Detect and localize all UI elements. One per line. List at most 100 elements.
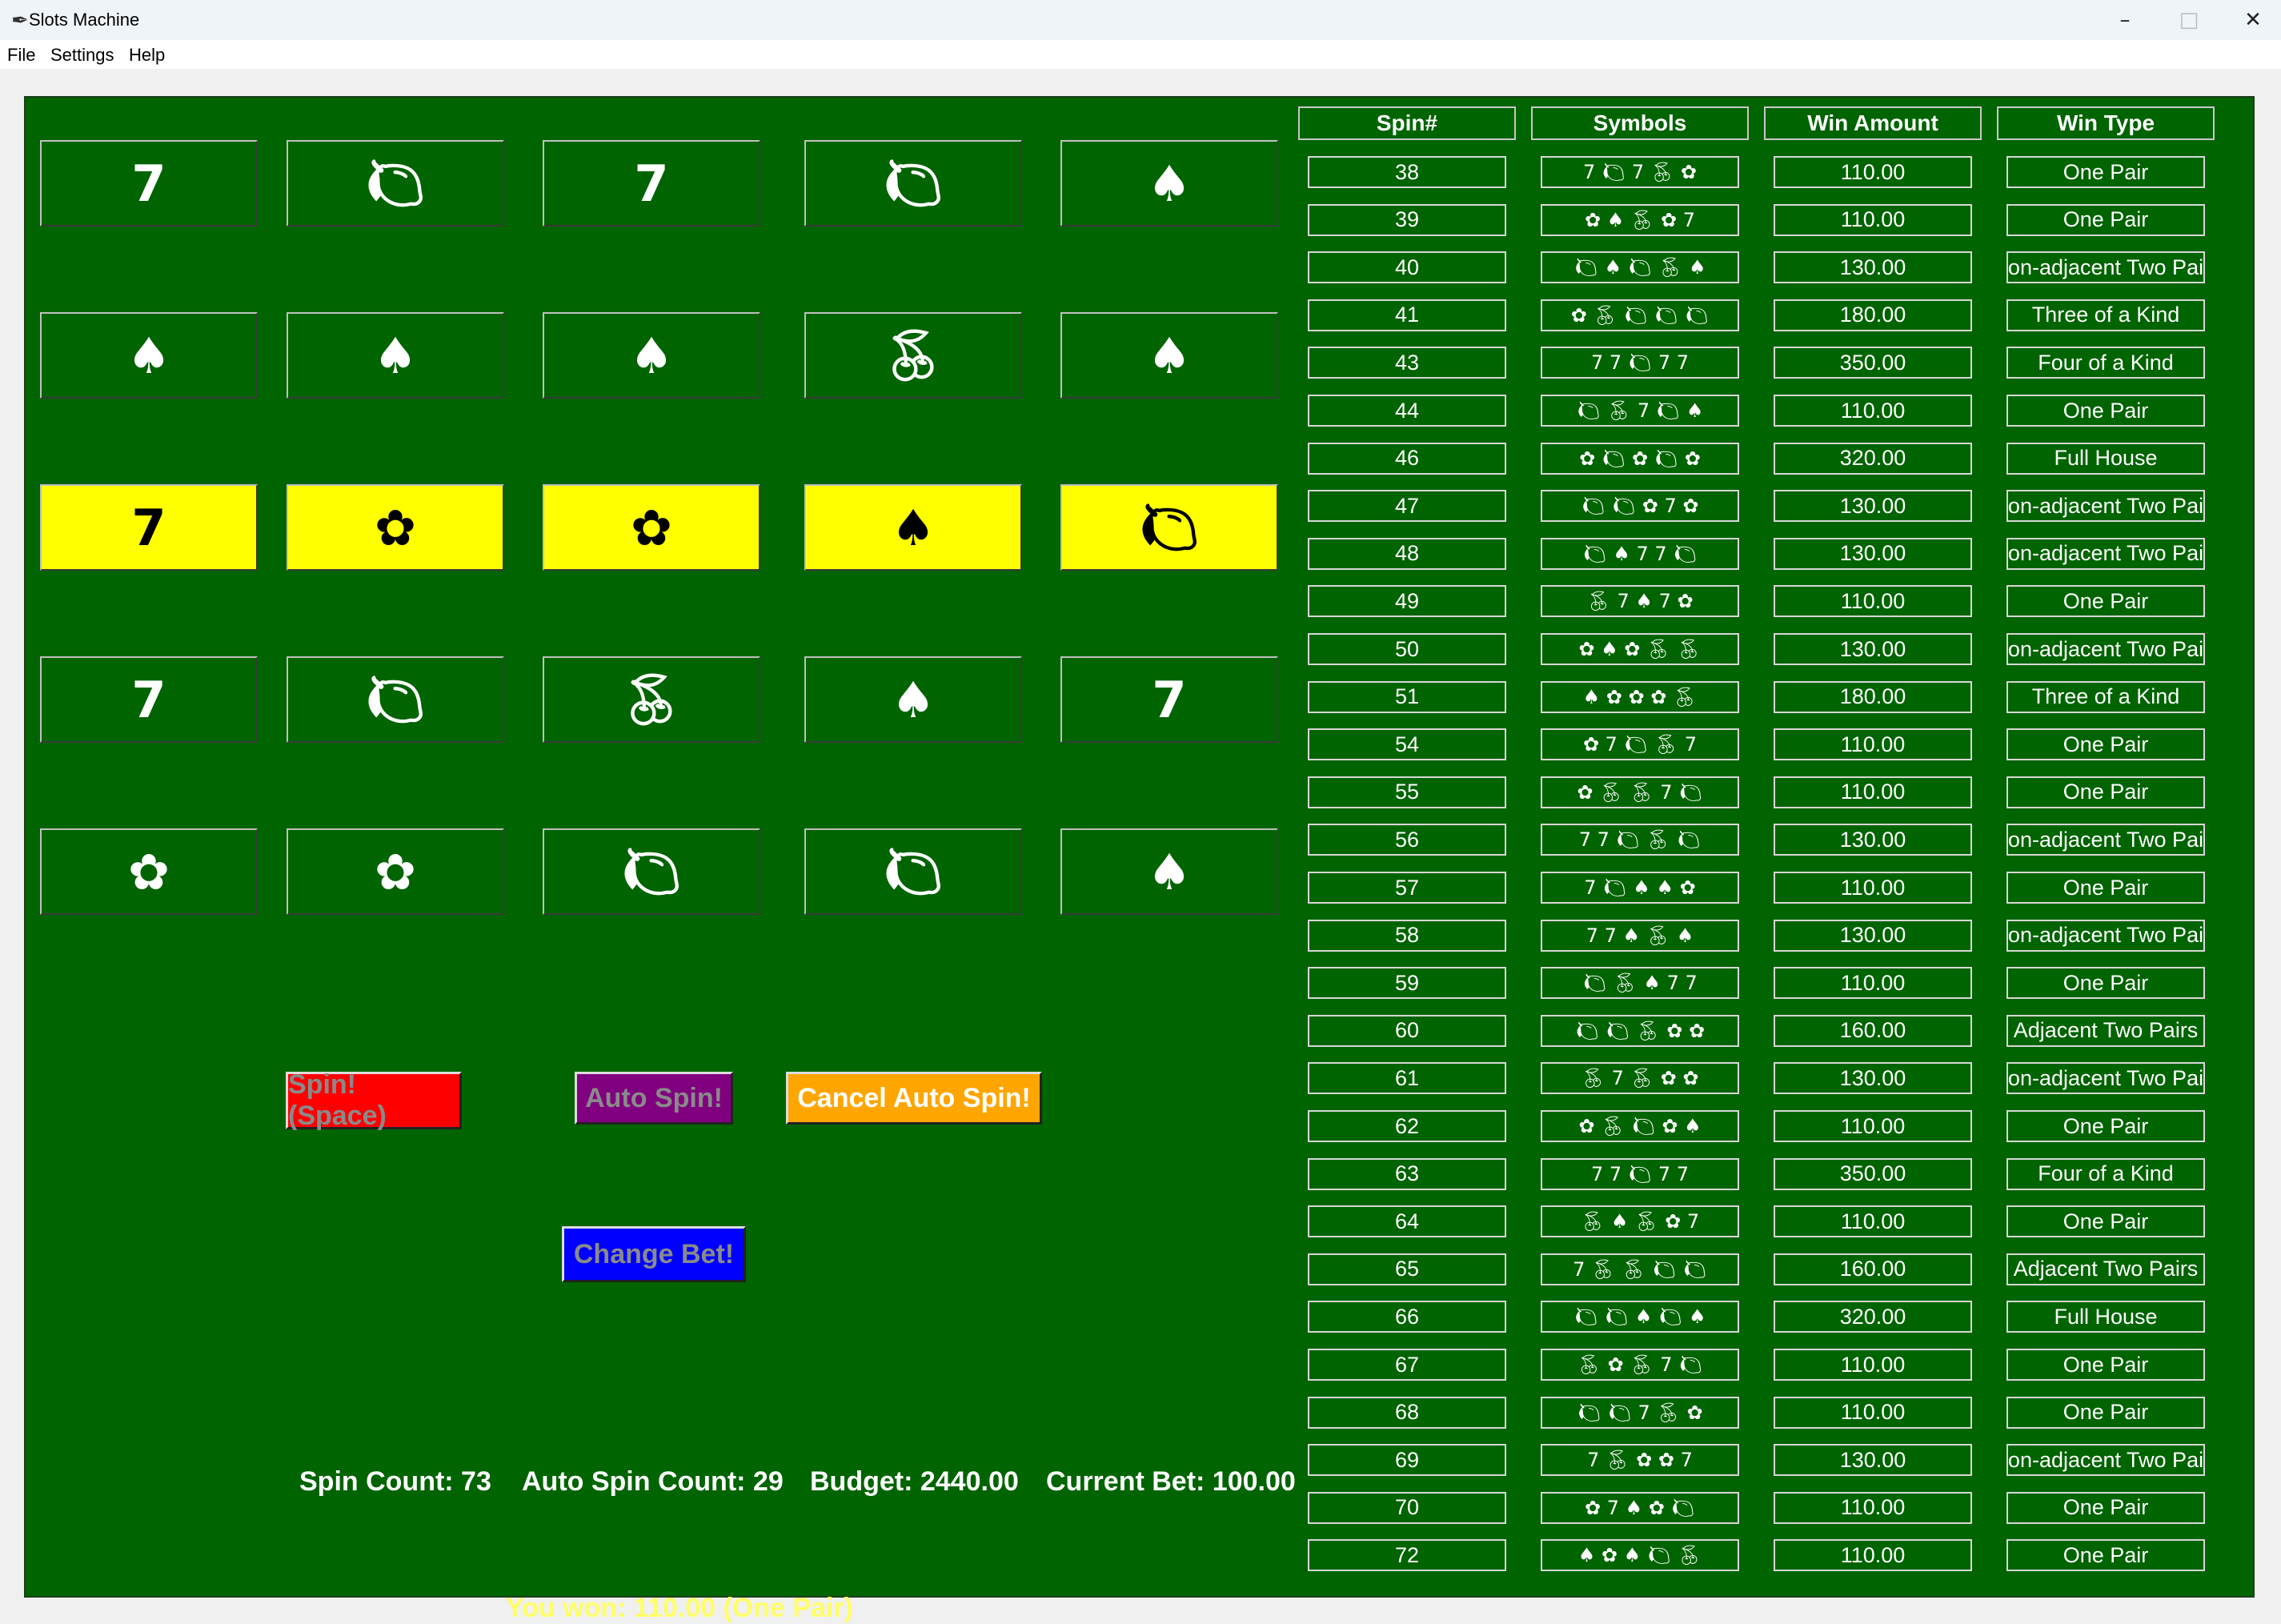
spin-number-cell: 44 [1308, 395, 1506, 427]
reel-cell: ♠ [804, 656, 1022, 743]
symbols-cell: ✿ 🍒︎ 🍋︎ 🍋︎ 🍋︎ [1541, 299, 1739, 331]
reel-cell: 🍒︎ [804, 312, 1022, 399]
auto-spin-count-label: Auto Spin Count: 29 [522, 1466, 784, 1497]
symbols-cell: 7 7 🍋︎ 7 7 [1541, 1157, 1739, 1190]
symbols-cell: 7 7 🍋︎ 7 7 [1541, 347, 1739, 379]
spin-number-cell: 40 [1308, 251, 1506, 284]
spin-number-cell: 67 [1308, 1349, 1506, 1381]
maximize-button[interactable]: □ [2157, 0, 2221, 40]
symbols-cell: ✿ 🍒︎ 🍋︎ ✿ ♠ [1541, 1110, 1739, 1142]
close-button[interactable]: ✕ [2221, 0, 2281, 40]
win-type-cell: on-adjacent Two Pai [2006, 490, 2205, 523]
menu-file[interactable]: File [7, 45, 35, 66]
auto-spin-button[interactable]: Auto Spin! [575, 1072, 733, 1125]
reel-cell: 7 [543, 140, 760, 227]
reel-cell: ♠ [1060, 828, 1278, 915]
win-type-cell: One Pair [2006, 585, 2205, 618]
symbols-cell: ✿ 7 ♠ ✿ 🍋︎ [1541, 1491, 1739, 1524]
spin-number-cell: 68 [1308, 1396, 1506, 1429]
symbols-cell: 7 7 ♠ 🍒︎ ♠ [1541, 919, 1739, 952]
win-type-cell: on-adjacent Two Pai [2006, 251, 2205, 284]
symbols-cell: ✿ ♠ 🍒︎ ✿ 7 [1541, 203, 1739, 236]
spin-number-cell: 63 [1308, 1157, 1506, 1190]
win-type-cell: One Pair [2006, 156, 2205, 188]
symbols-cell: 🍋︎ 🍋︎ 7 🍒︎ ✿ [1541, 1396, 1739, 1429]
win-amount-cell: 130.00 [1774, 919, 1972, 952]
win-amount-cell: 130.00 [1774, 1444, 1972, 1477]
spin-number-cell: 39 [1308, 203, 1506, 236]
minimize-button[interactable]: – [2093, 0, 2157, 40]
reel-cell: 🍋︎ [287, 140, 504, 227]
symbols-cell: ♠ ✿ ✿ ✿ 🍒︎ [1541, 680, 1739, 713]
win-type-cell: One Pair [2006, 1349, 2205, 1381]
spin-number-cell: 49 [1308, 585, 1506, 618]
spin-number-cell: 59 [1308, 967, 1506, 1000]
budget-label: Budget: 2440.00 [810, 1466, 1019, 1497]
symbols-header: Symbols [1531, 106, 1749, 140]
win-amount-cell: 110.00 [1774, 585, 1972, 618]
spin-count-label: Spin Count: 73 [299, 1466, 491, 1497]
win-amount-cell: 130.00 [1774, 633, 1972, 665]
reel-cell: 7 [40, 656, 258, 743]
reel-cell: ♠ [40, 312, 258, 399]
spin-number-cell: 72 [1308, 1539, 1506, 1572]
slot-machine-panel: 7 🍋︎ 7 🍋︎ ♠ ♠ ♠ ♠ 🍒︎ ♠ 7 ✿ ✿ ♠ 🍋︎ 7 🍋︎ 🍒︎ ♠ 7 ✿ ✿ 🍋︎ 🍋︎ ♠ Spin! … [24, 96, 2255, 1623]
symbols-cell: 🍋︎ 🍒︎ ♠ 7 7 [1541, 967, 1739, 1000]
spin-number-cell: 47 [1308, 490, 1506, 523]
symbols-cell: 🍋︎ ♠ 7 7 🍋︎ [1541, 537, 1739, 570]
win-amount-cell: 110.00 [1774, 776, 1972, 808]
win-amount-cell: 110.00 [1774, 967, 1972, 1000]
win-amount-cell: 110.00 [1774, 1110, 1972, 1142]
spin-button[interactable]: Spin! (Space) [286, 1069, 462, 1131]
win-type-cell: on-adjacent Two Pai [2006, 919, 2205, 952]
reel-cell: ✿ [40, 828, 258, 915]
symbols-cell: ✿ 7 🍋︎ 🍒︎ 7 [1541, 728, 1739, 761]
reel-cell: 🍒︎ [543, 656, 760, 743]
spin-number-cell: 65 [1308, 1253, 1506, 1285]
change-bet-button[interactable]: Change Bet! [562, 1226, 746, 1282]
win-amount-cell: 110.00 [1774, 395, 1972, 427]
win-amount-cell: 180.00 [1774, 299, 1972, 331]
reel-cell: 7 [1060, 656, 1278, 743]
win-type-cell: One Pair [2006, 1110, 2205, 1142]
reel-cell: 🍋︎ [543, 828, 760, 915]
win-amount-cell: 180.00 [1774, 680, 1972, 713]
win-type-cell: Full House [2006, 1301, 2205, 1333]
win-type-cell: Three of a Kind [2006, 299, 2205, 331]
win-amount-cell: 320.00 [1774, 442, 1972, 475]
win-amount-cell: 110.00 [1774, 1396, 1972, 1429]
spin-number-cell: 69 [1308, 1444, 1506, 1477]
reel-cell: ♠ [1060, 140, 1278, 227]
symbols-cell: 7 🍋︎ 7 🍒︎ ✿ [1541, 156, 1739, 188]
symbols-cell: 🍒︎ ♠ 🍒︎ ✿ 7 [1541, 1205, 1739, 1238]
symbols-cell: 7 🍒︎ ✿ ✿ 7 [1541, 1444, 1739, 1477]
symbols-cell: 🍋︎ 🍋︎ ♠ 🍋︎ ♠ [1541, 1301, 1739, 1333]
spin-number-cell: 46 [1308, 442, 1506, 475]
symbols-cell: 🍒︎ 7 🍒︎ ✿ ✿ [1541, 1062, 1739, 1095]
reel-cell: ✿ [287, 828, 504, 915]
symbols-cell: ✿ 🍒︎ 🍒︎ 7 🍋︎ [1541, 776, 1739, 808]
spin-number-cell: 50 [1308, 633, 1506, 665]
win-type-cell: One Pair [2006, 1491, 2205, 1524]
win-type-cell: Three of a Kind [2006, 680, 2205, 713]
title-bar: ✒ Slots Machine – □ ✕ [0, 0, 2281, 40]
reel-cell: ✿ [543, 484, 760, 571]
win-amount-cell: 130.00 [1774, 251, 1972, 284]
win-amount-cell: 110.00 [1774, 1491, 1972, 1524]
win-type-cell: Four of a Kind [2006, 347, 2205, 379]
win-amount-cell: 110.00 [1774, 872, 1972, 904]
spin-number-cell: 62 [1308, 1110, 1506, 1142]
win-amount-cell: 110.00 [1774, 1205, 1972, 1238]
reel-cell: 7 [40, 484, 258, 571]
spin-number-cell: 66 [1308, 1301, 1506, 1333]
menu-settings[interactable]: Settings [50, 45, 114, 66]
spin-number-cell: 70 [1308, 1491, 1506, 1524]
symbols-cell: 🍋︎ 🍋︎ ✿ 7 ✿ [1541, 490, 1739, 523]
win-amount-cell: 160.00 [1774, 1014, 1972, 1047]
win-type-cell: One Pair [2006, 395, 2205, 427]
win-message: You won: 110.00 (One Pair) [506, 1593, 853, 1623]
win-type-cell: One Pair [2006, 872, 2205, 904]
win-amount-cell: 130.00 [1774, 824, 1972, 856]
cancel-auto-spin-button[interactable]: Cancel Auto Spin! [786, 1072, 1042, 1125]
menu-help[interactable]: Help [129, 45, 165, 66]
